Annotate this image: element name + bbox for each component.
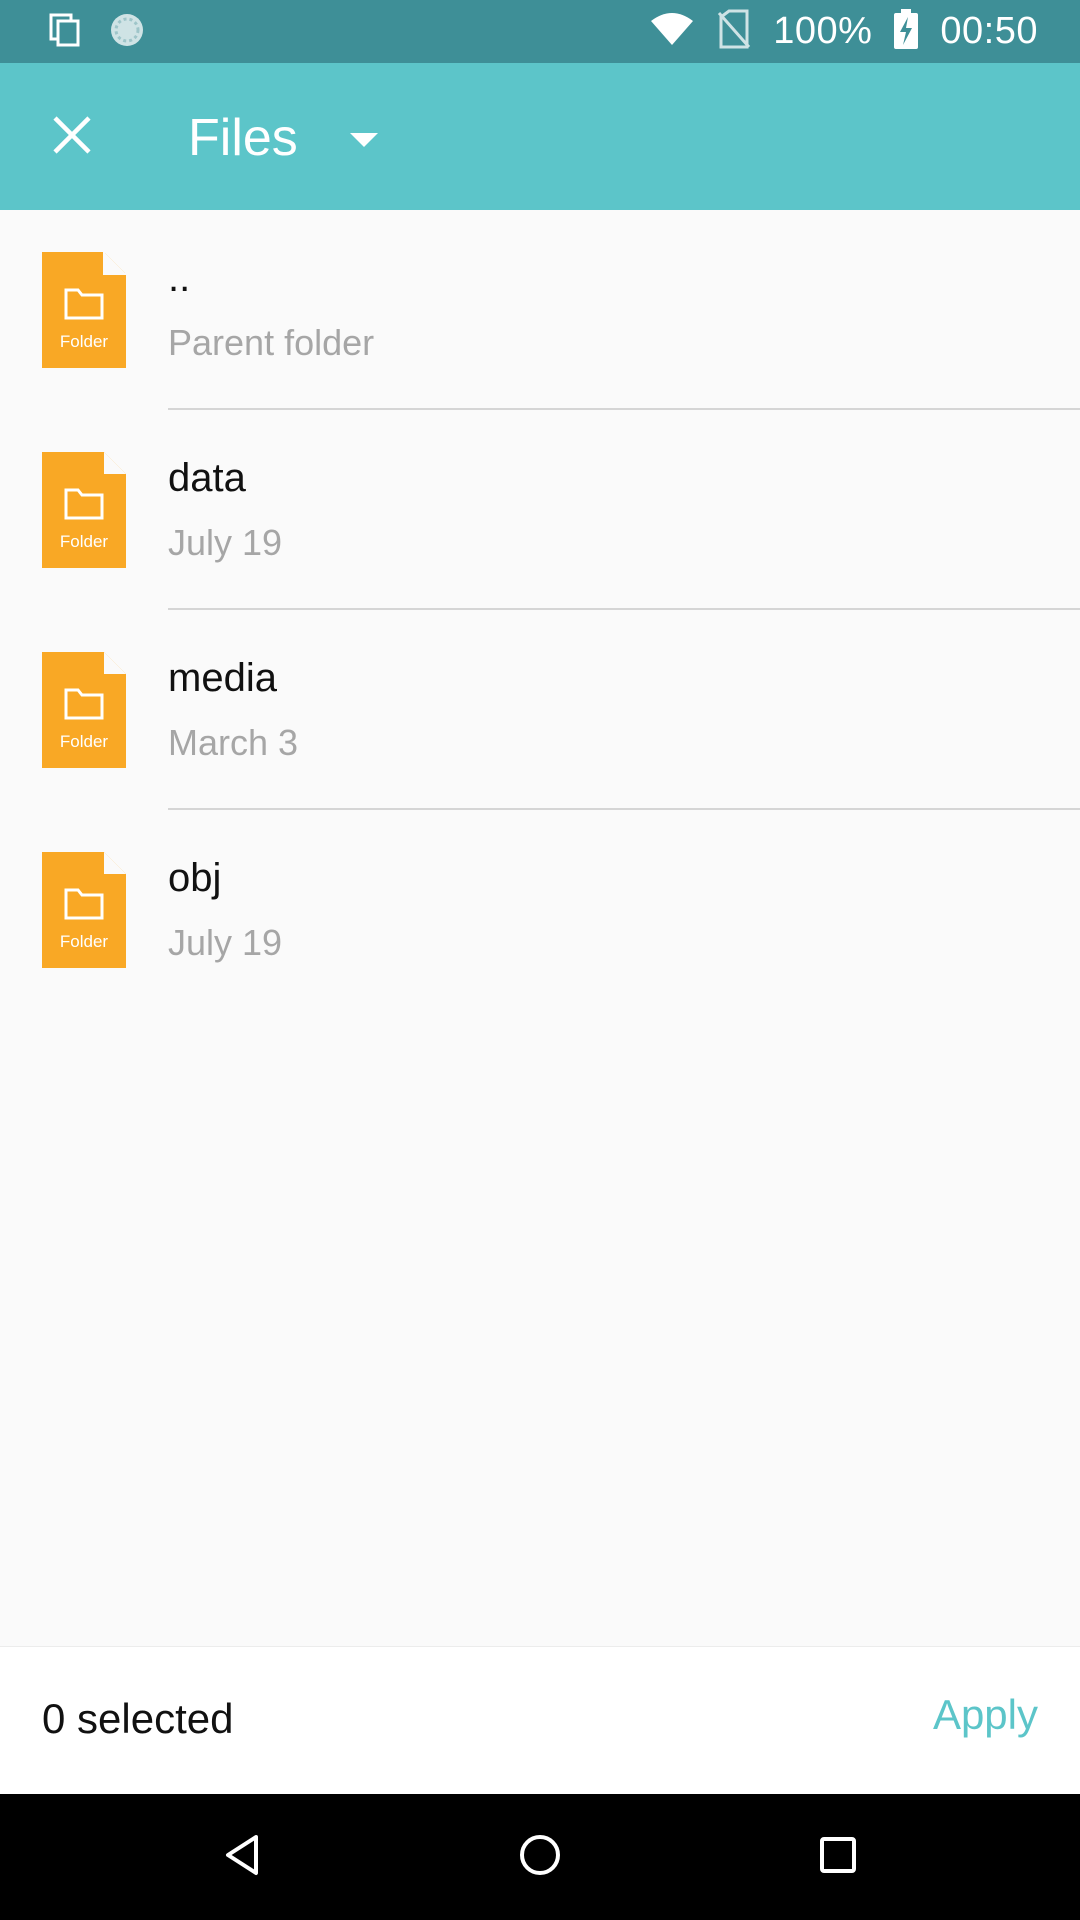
caret-down-icon bbox=[349, 133, 378, 147]
file-meta: July 19 bbox=[168, 522, 283, 563]
file-list: Folder .. Parent folder Folder data July… bbox=[0, 210, 1080, 1010]
list-item-data[interactable]: Folder data July 19 bbox=[0, 410, 1080, 610]
file-name: obj bbox=[168, 856, 222, 900]
status-left-icons bbox=[48, 12, 146, 52]
file-meta: March 3 bbox=[168, 722, 299, 763]
back-button[interactable] bbox=[212, 1827, 272, 1887]
file-name: media bbox=[168, 656, 277, 700]
battery-charging-icon bbox=[894, 9, 919, 54]
sync-icon bbox=[108, 11, 146, 54]
app-bar: Files bbox=[0, 63, 1080, 210]
selected-count: 0 selected bbox=[42, 1695, 234, 1742]
location-dropdown[interactable]: Files bbox=[188, 103, 378, 173]
wifi-icon bbox=[649, 11, 695, 52]
file-meta: July 19 bbox=[168, 922, 283, 963]
folder-icon-label: Folder bbox=[60, 332, 109, 351]
folder-icon-label: Folder bbox=[60, 532, 109, 551]
page-title: Files bbox=[188, 109, 298, 167]
list-item-obj[interactable]: Folder obj July 19 bbox=[0, 810, 1080, 1010]
back-icon bbox=[222, 1833, 262, 1882]
navigation-bar bbox=[0, 1794, 1080, 1920]
list-item-parent-folder[interactable]: Folder .. Parent folder bbox=[0, 210, 1080, 410]
folder-icon-label: Folder bbox=[60, 732, 109, 751]
copy-icon bbox=[48, 12, 82, 53]
selection-action-bar: 0 selected Apply bbox=[0, 1646, 1080, 1794]
home-button[interactable] bbox=[510, 1827, 570, 1887]
folder-icon: Folder bbox=[42, 652, 126, 768]
recents-icon bbox=[818, 1835, 858, 1880]
recents-button[interactable] bbox=[808, 1827, 868, 1887]
status-right-icons: 100% 00:50 bbox=[649, 0, 1038, 63]
battery-percent: 100% bbox=[773, 10, 873, 52]
clock: 00:50 bbox=[940, 10, 1038, 52]
list-item-media[interactable]: Folder media March 3 bbox=[0, 610, 1080, 810]
folder-icon-label: Folder bbox=[60, 932, 109, 951]
home-icon bbox=[518, 1833, 562, 1882]
apply-button[interactable]: Apply bbox=[933, 1691, 1038, 1739]
close-button[interactable] bbox=[40, 105, 104, 169]
file-name: .. bbox=[168, 256, 191, 300]
folder-icon: Folder bbox=[42, 252, 126, 368]
no-sim-icon bbox=[717, 9, 751, 54]
folder-icon: Folder bbox=[42, 452, 126, 568]
status-bar: 100% 00:50 bbox=[0, 0, 1080, 63]
file-name: data bbox=[168, 456, 246, 500]
close-icon bbox=[52, 115, 92, 160]
file-meta: Parent folder bbox=[168, 322, 375, 363]
folder-icon: Folder bbox=[42, 852, 126, 968]
